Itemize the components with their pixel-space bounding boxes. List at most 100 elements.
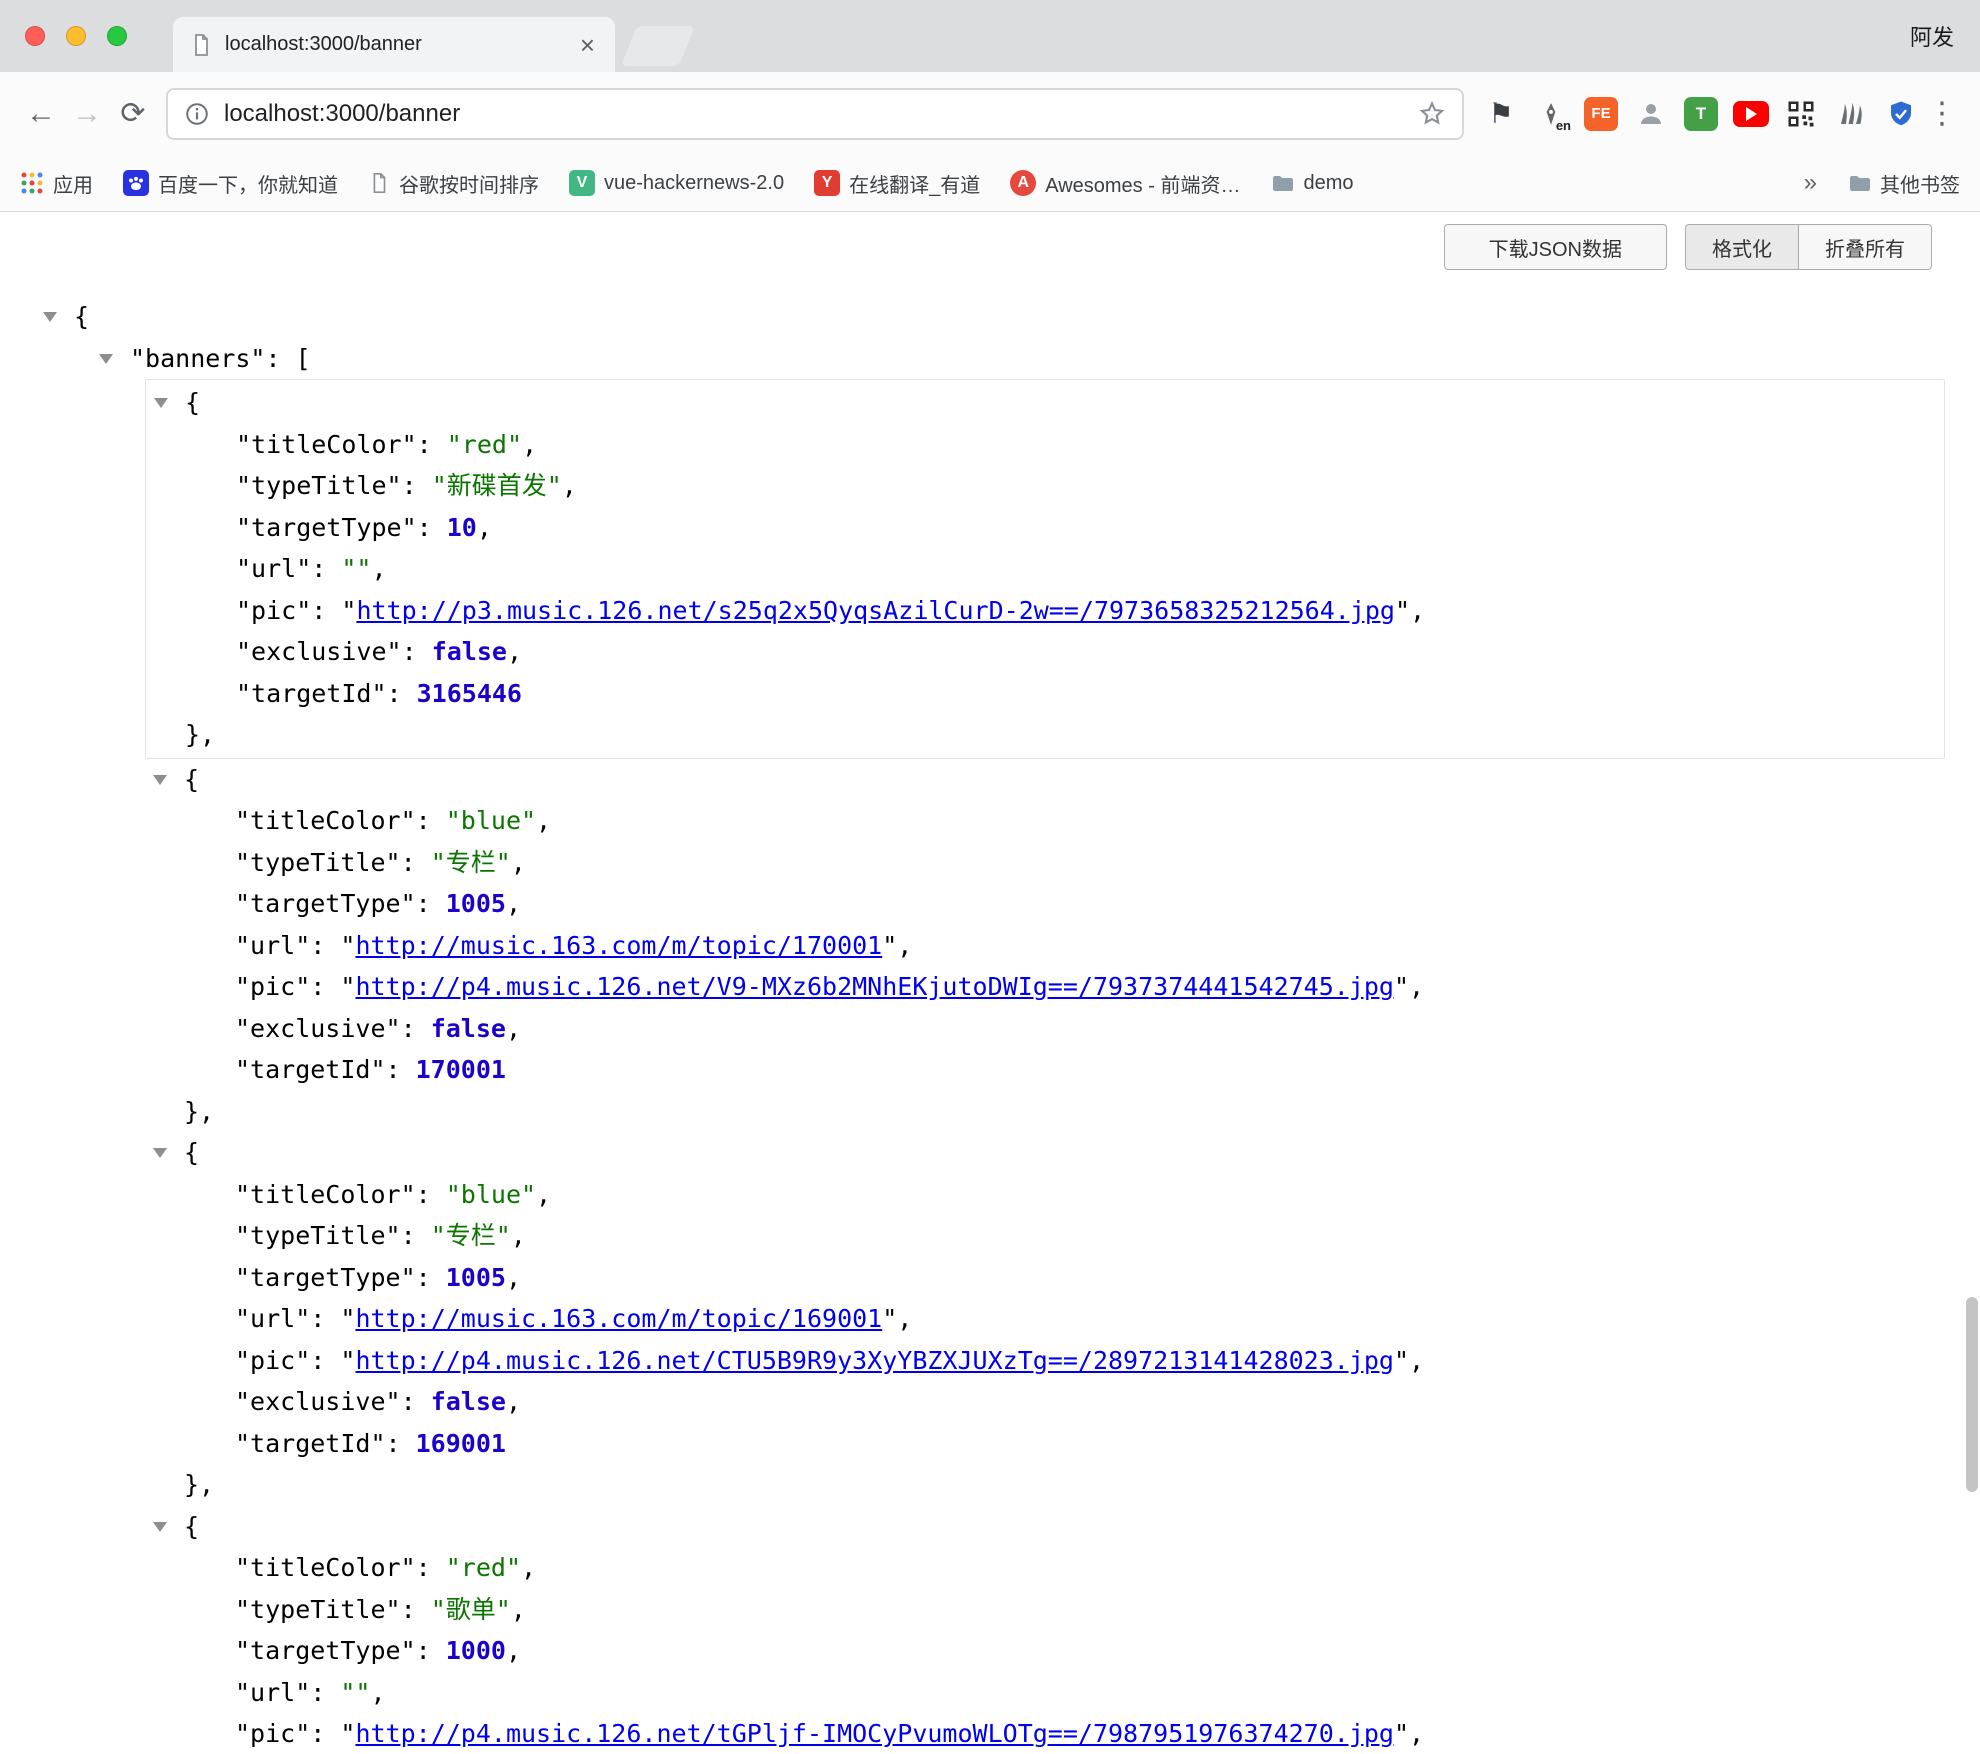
- json-token: "typeTitle": [236, 471, 402, 500]
- collapse-triangle-icon[interactable]: [153, 775, 167, 785]
- json-line: "targetType": 1000,: [145, 1630, 1945, 1672]
- translate-extension-icon[interactable]: en: [1530, 93, 1572, 135]
- json-token: :: [386, 1429, 416, 1458]
- bookmark-demo-folder[interactable]: demo: [1270, 171, 1353, 195]
- json-token: ,: [1409, 972, 1424, 1001]
- collapse-triangle-icon[interactable]: [43, 312, 57, 322]
- vertical-scrollbar[interactable]: [1966, 1297, 1978, 1492]
- qr-code-extension-icon[interactable]: [1780, 93, 1822, 135]
- json-token: ,: [1410, 596, 1425, 625]
- json-token: "titleColor": [235, 806, 416, 835]
- info-icon[interactable]: [184, 101, 210, 127]
- download-json-button[interactable]: 下载JSON数据: [1444, 224, 1667, 270]
- tab-close-icon[interactable]: ×: [576, 32, 599, 58]
- json-token: :: [416, 1180, 446, 1209]
- json-token: :: [311, 596, 341, 625]
- minimize-window-button[interactable]: [66, 26, 86, 46]
- json-token: ,: [897, 931, 912, 960]
- other-bookmarks[interactable]: 其他书签: [1847, 169, 1960, 198]
- bookmark-apps[interactable]: 应用: [20, 169, 93, 198]
- people-extension-icon[interactable]: [1630, 93, 1672, 135]
- json-object-block: {"titleColor": "red","typeTitle": "新碟首发"…: [145, 379, 1945, 759]
- awesomes-icon: A: [1010, 170, 1036, 196]
- json-token: "red": [447, 430, 522, 459]
- collapse-triangle-icon[interactable]: [153, 1522, 167, 1532]
- json-token: ,: [506, 1636, 521, 1665]
- bookmark-label: 谷歌按时间排序: [399, 169, 539, 198]
- json-token: :: [310, 972, 340, 1001]
- page-content: 下载JSON数据 格式化 折叠所有 { "banners": [ { "titleCo…: [0, 212, 1980, 1753]
- new-tab-button[interactable]: [621, 26, 695, 66]
- json-url-link[interactable]: http://p4.music.126.net/V9-MXz6b2MNhEKju…: [355, 972, 1394, 1001]
- json-token: ,: [897, 1304, 912, 1333]
- json-url-link[interactable]: http://music.163.com/m/topic/169001: [355, 1304, 882, 1333]
- json-token: ,: [506, 1387, 521, 1416]
- json-line: "typeTitle": "专栏",: [145, 842, 1945, 884]
- close-window-button[interactable]: [25, 26, 45, 46]
- json-token: "blue": [446, 1180, 536, 1209]
- baidu-paw-icon: [123, 170, 149, 196]
- fe-extension-icon[interactable]: FE: [1580, 93, 1622, 135]
- json-token: :: [401, 848, 431, 877]
- collapse-all-button[interactable]: 折叠所有: [1799, 224, 1932, 270]
- json-url-link[interactable]: http://p3.music.126.net/s25q2x5QyqsAzilC…: [356, 596, 1395, 625]
- json-token: ": [1395, 596, 1410, 625]
- bookmarks-overflow-chevron[interactable]: »: [1804, 169, 1817, 197]
- flag-extension-icon[interactable]: ⚑: [1480, 93, 1522, 135]
- json-token: 1005: [446, 1263, 506, 1292]
- json-token: :: [401, 1595, 431, 1624]
- youtube-extension-icon[interactable]: [1730, 93, 1772, 135]
- back-icon[interactable]: ←: [18, 97, 64, 131]
- json-token: },: [184, 1097, 214, 1126]
- json-token: "": [340, 1678, 370, 1707]
- bookmark-google-sort[interactable]: 谷歌按时间排序: [368, 169, 539, 198]
- json-url-link[interactable]: http://music.163.com/m/topic/170001: [355, 931, 882, 960]
- tampermonkey-extension-icon[interactable]: T: [1680, 93, 1722, 135]
- json-token: "url": [236, 554, 311, 583]
- json-token: "titleColor": [235, 1180, 416, 1209]
- bookmark-star-icon[interactable]: [1418, 100, 1446, 128]
- json-line: "targetType": 1005,: [145, 1257, 1945, 1299]
- format-button[interactable]: 格式化: [1685, 224, 1799, 270]
- json-line: {: [145, 759, 1945, 801]
- bookmark-awesomes[interactable]: A Awesomes - 前端资…: [1010, 169, 1240, 198]
- json-token: "新碟首发": [432, 471, 562, 500]
- json-line: "typeTitle": "歌单",: [145, 1589, 1945, 1631]
- window-titlebar: localhost:3000/banner × 阿发: [0, 0, 1980, 72]
- paw-extension-icon[interactable]: [1830, 93, 1872, 135]
- json-line: "url": "http://music.163.com/m/topic/169…: [145, 1298, 1945, 1340]
- json-line: "targetId": 3165446: [146, 673, 1944, 715]
- collapse-triangle-icon[interactable]: [99, 354, 113, 364]
- zoom-window-button[interactable]: [107, 26, 127, 46]
- json-actions-row: 下载JSON数据 格式化 折叠所有: [0, 224, 1980, 270]
- bookmark-label: 应用: [53, 169, 93, 198]
- browser-menu-icon[interactable]: ⋮: [1922, 96, 1962, 131]
- json-token: "typeTitle": [235, 1221, 401, 1250]
- json-line: "targetId": 169001: [145, 1423, 1945, 1465]
- shield-check-extension-icon[interactable]: [1880, 93, 1922, 135]
- collapse-triangle-icon[interactable]: [154, 398, 168, 408]
- json-url-link[interactable]: http://p4.music.126.net/tGPljf-IMOCyPvum…: [355, 1719, 1394, 1748]
- json-url-link[interactable]: http://p4.music.126.net/CTU5B9R9y3XyYBZX…: [355, 1346, 1394, 1375]
- json-token: :: [402, 471, 432, 500]
- json-token: ,: [522, 430, 537, 459]
- collapse-triangle-icon[interactable]: [153, 1148, 167, 1158]
- json-line: "typeTitle": "新碟首发",: [146, 465, 1944, 507]
- json-token: 1000: [446, 1636, 506, 1665]
- json-token: :: [416, 1553, 446, 1582]
- reload-icon[interactable]: ⟳: [110, 96, 156, 131]
- bookmark-youdao[interactable]: Y 在线翻译_有道: [814, 169, 980, 198]
- forward-icon[interactable]: →: [64, 97, 110, 131]
- json-line: "banners": [: [0, 338, 1980, 380]
- bookmark-label: demo: [1303, 172, 1353, 195]
- bookmark-vue-hackernews[interactable]: V vue-hackernews-2.0: [569, 170, 784, 196]
- browser-tab[interactable]: localhost:3000/banner ×: [173, 17, 615, 72]
- json-token: 1005: [446, 889, 506, 918]
- url-text: localhost:3000/banner: [224, 100, 460, 128]
- json-token: "url": [235, 931, 310, 960]
- address-bar[interactable]: localhost:3000/banner: [166, 88, 1464, 140]
- profile-name[interactable]: 阿发: [1910, 20, 1954, 52]
- bookmark-baidu[interactable]: 百度一下，你就知道: [123, 169, 338, 198]
- json-token: {: [74, 302, 89, 331]
- json-tree: { "banners": [ { "titleColor": "red", "typeT…: [0, 296, 1980, 1753]
